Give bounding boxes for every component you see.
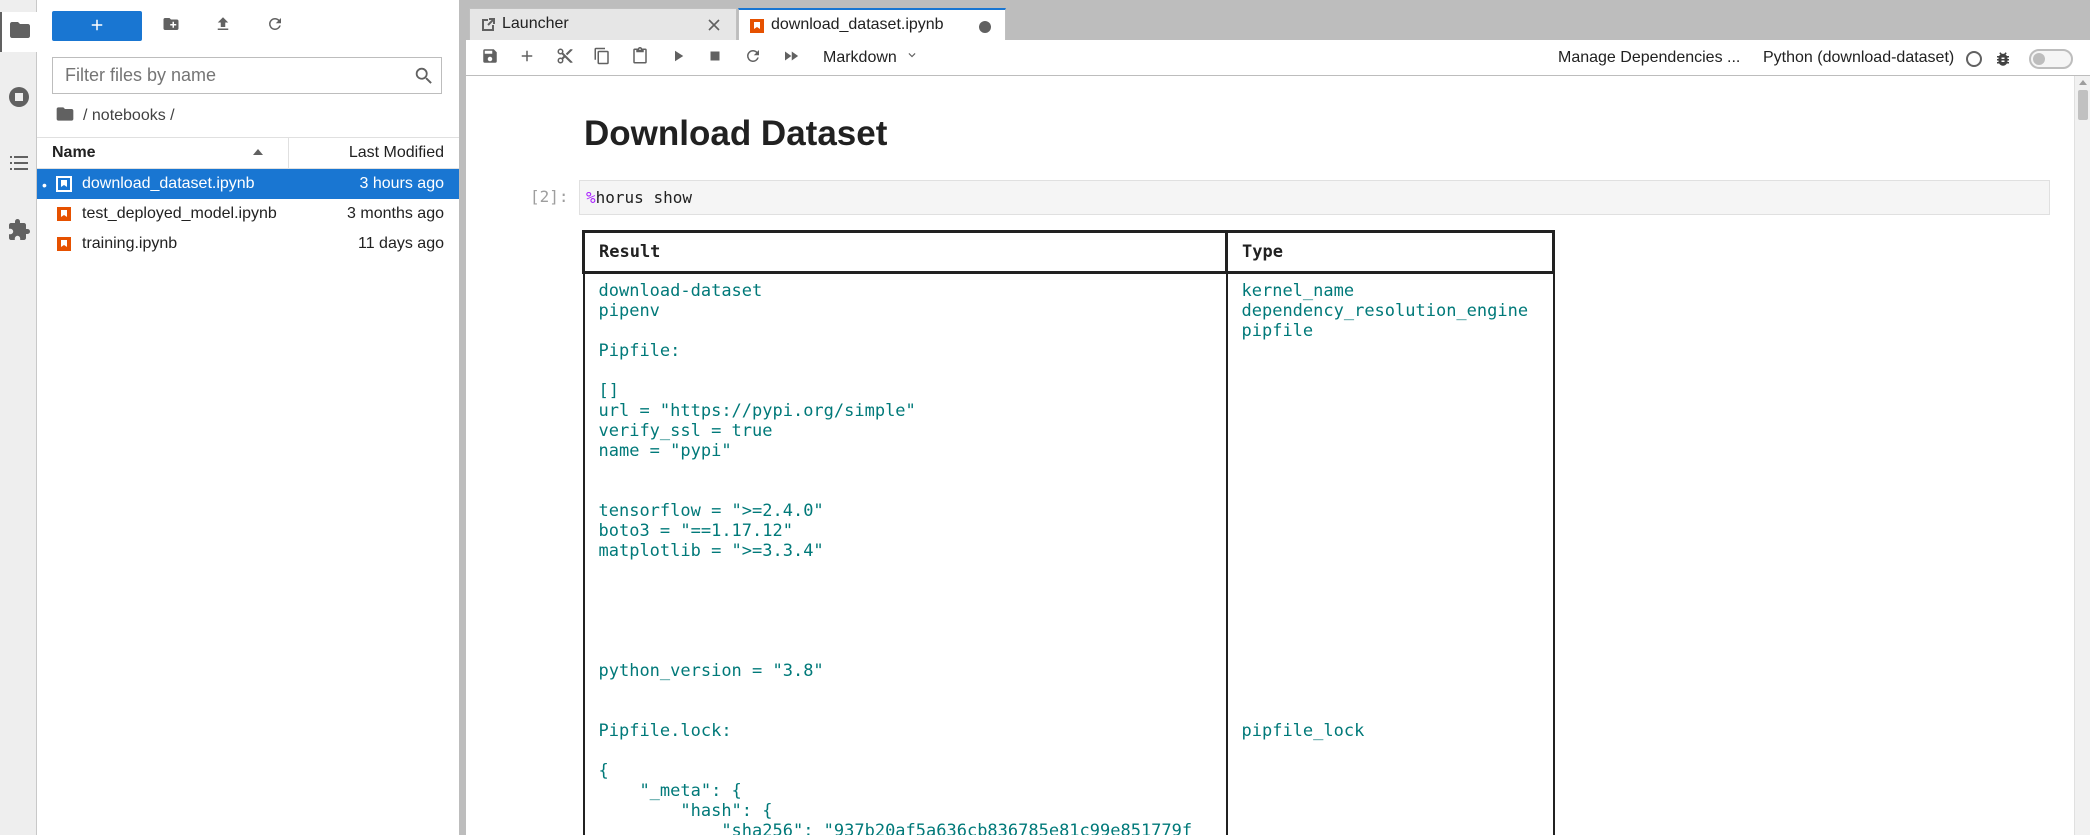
output-table: Result Type download-dataset pipenv Pipf…: [582, 230, 1555, 835]
tab-bar: Launcher download_dataset.ipynb: [466, 0, 2090, 41]
tab-label: Launcher: [502, 15, 569, 32]
notebook-panel: Download Dataset [2]: %horus show Result…: [466, 76, 2090, 835]
folder-icon: [55, 104, 83, 129]
interrupt-button[interactable]: [704, 47, 726, 69]
file-browser-toolbar: [37, 0, 459, 52]
fast-forward-icon: [782, 47, 800, 70]
file-row[interactable]: • download_dataset.ipynb 3 hours ago: [37, 169, 459, 199]
unsaved-indicator-icon[interactable]: [979, 21, 991, 33]
folder-icon: [8, 18, 32, 47]
execution-count: [2]:: [530, 187, 569, 206]
file-browser-panel: / notebooks / Name Last Modified • downl…: [37, 0, 459, 835]
cell-type-dropdown[interactable]: Markdown: [823, 46, 919, 70]
tab-launcher[interactable]: Launcher: [469, 8, 737, 40]
cell-type-label: Markdown: [823, 49, 897, 66]
panel-splitter[interactable]: [459, 0, 466, 835]
running-icon: [7, 85, 31, 114]
search-icon: [413, 65, 435, 87]
upload-button[interactable]: [211, 14, 235, 38]
table-header-type: Type: [1225, 230, 1555, 274]
restart-run-all-button[interactable]: [780, 47, 802, 69]
new-folder-icon: [162, 15, 180, 38]
file-name[interactable]: training.ipynb: [82, 229, 177, 259]
file-modified: 11 days ago: [358, 235, 444, 252]
cut-button[interactable]: [554, 47, 576, 69]
copy-icon: [593, 47, 611, 70]
extension-manager-tab[interactable]: [0, 212, 37, 252]
launcher-icon: [482, 18, 495, 31]
restart-icon: [744, 47, 762, 70]
paste-button[interactable]: [629, 46, 651, 70]
listing-header: Name Last Modified: [37, 137, 459, 169]
tab-label: download_dataset.ipynb: [771, 16, 944, 33]
copy-button[interactable]: [591, 47, 613, 69]
notebook-toolbar: Markdown Manage Dependencies ... Python …: [466, 40, 2090, 76]
filter-box: [52, 57, 442, 94]
stop-icon: [706, 47, 724, 70]
table-row: download-dataset pipenv Pipfile: [] url …: [582, 272, 1555, 835]
kernel-idle-icon: [1966, 51, 1982, 67]
cut-icon: [556, 47, 574, 70]
insert-cell-button[interactable]: [516, 47, 538, 69]
column-modified-header[interactable]: Last Modified: [349, 138, 444, 168]
notebook-icon: [57, 207, 71, 221]
close-icon[interactable]: [706, 17, 722, 33]
scroll-up-arrow-icon[interactable]: [2079, 80, 2087, 85]
column-divider[interactable]: [288, 138, 289, 168]
code-text: horus show: [595, 188, 692, 207]
refresh-icon: [266, 15, 284, 38]
toggle-knob: [2033, 53, 2045, 65]
scroll-thumb[interactable]: [2078, 90, 2088, 120]
restart-button[interactable]: [742, 47, 764, 69]
plus-icon: [518, 47, 536, 70]
running-indicator: •: [42, 177, 47, 193]
toc-icon: [7, 151, 31, 180]
breadcrumb-path[interactable]: / notebooks /: [83, 107, 175, 125]
extension-icon: [7, 218, 31, 247]
file-name[interactable]: test_deployed_model.ipynb: [82, 199, 277, 229]
new-launcher-button[interactable]: [52, 11, 142, 41]
file-row[interactable]: test_deployed_model.ipynb 3 months ago: [37, 199, 459, 229]
column-name-header[interactable]: Name: [52, 138, 96, 168]
file-name[interactable]: download_dataset.ipynb: [82, 169, 255, 199]
file-browser-tab[interactable]: [0, 12, 37, 52]
notebook-icon: [750, 19, 764, 33]
file-modified: 3 hours ago: [359, 175, 444, 192]
refresh-button[interactable]: [263, 14, 287, 38]
debugger-icon[interactable]: [1994, 50, 2012, 68]
play-icon: [669, 47, 687, 70]
filter-files-input[interactable]: [53, 58, 398, 93]
running-sessions-tab[interactable]: [0, 79, 37, 119]
manage-dependencies-button[interactable]: Manage Dependencies ...: [1558, 46, 1740, 70]
type-cell: kernel_name dependency_resolution_engine…: [1225, 272, 1555, 835]
markdown-heading[interactable]: Download Dataset: [584, 114, 887, 154]
kernel-name-button[interactable]: Python (download-dataset): [1763, 46, 1954, 70]
debugger-toggle[interactable]: [2029, 49, 2073, 69]
sort-ascending-icon: [253, 149, 263, 155]
chevron-down-icon: [897, 46, 919, 70]
magic-prefix: %: [586, 188, 596, 207]
file-row[interactable]: training.ipynb 11 days ago: [37, 229, 459, 259]
notebook-icon: [57, 237, 71, 251]
main-area: Launcher download_dataset.ipynb Markdown…: [466, 0, 2090, 835]
code-cell-editor[interactable]: %horus show: [579, 180, 2050, 215]
notebook-scrollbar[interactable]: [2074, 76, 2090, 835]
save-button[interactable]: [479, 47, 501, 69]
activity-bar: [0, 0, 37, 835]
result-cell: download-dataset pipenv Pipfile: [] url …: [582, 272, 1228, 835]
run-button[interactable]: [667, 47, 689, 69]
upload-icon: [214, 15, 232, 38]
paste-icon: [631, 46, 649, 70]
table-of-contents-tab[interactable]: [0, 145, 37, 185]
plus-icon: [88, 16, 106, 37]
file-modified: 3 months ago: [347, 205, 444, 222]
jupyterlab-window: / notebooks / Name Last Modified • downl…: [0, 0, 2090, 835]
table-header-result: Result: [582, 230, 1228, 274]
save-icon: [481, 47, 499, 70]
breadcrumb[interactable]: / notebooks /: [55, 104, 175, 128]
tab-download-dataset[interactable]: download_dataset.ipynb: [738, 8, 1006, 41]
new-folder-button[interactable]: [159, 14, 183, 38]
notebook-icon: [56, 176, 72, 192]
